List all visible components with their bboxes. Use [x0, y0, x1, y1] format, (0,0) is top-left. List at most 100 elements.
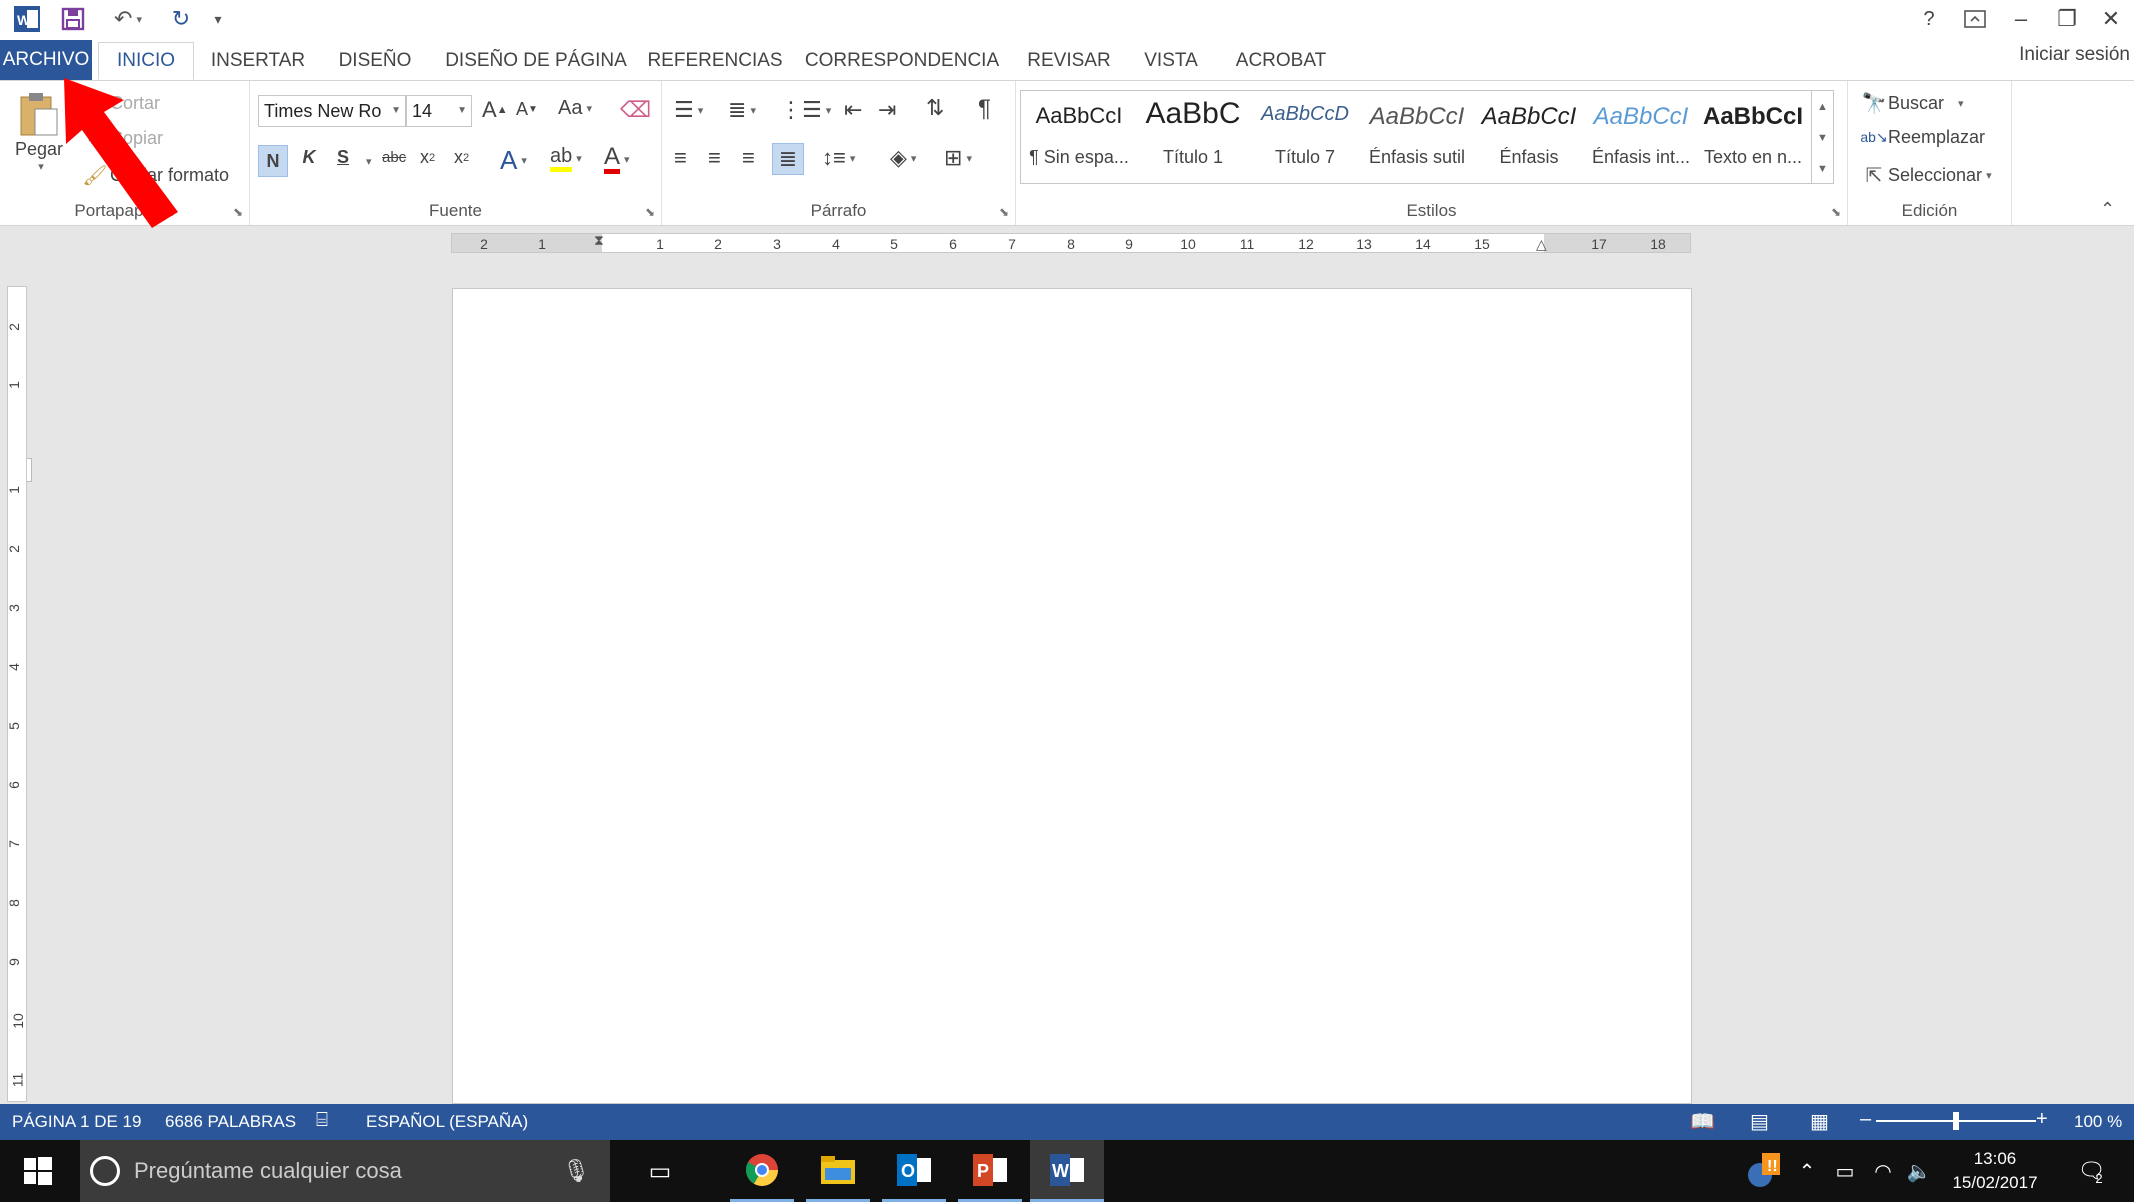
- language-indicator[interactable]: ESPAÑOL (ESPAÑA): [366, 1112, 528, 1132]
- windows-start-icon[interactable]: [0, 1140, 76, 1202]
- clock[interactable]: 13:06 15/02/2017: [1940, 1140, 2050, 1202]
- underline-button[interactable]: S: [330, 147, 356, 168]
- style-enfasis-sutil[interactable]: AaBbCcI Énfasis sutil: [1361, 91, 1473, 183]
- font-launcher-icon[interactable]: ⬊: [645, 205, 655, 219]
- cortana-search-box[interactable]: Pregúntame cualquier cosa 🎙: [80, 1140, 610, 1202]
- paragraph-launcher-icon[interactable]: ⬊: [999, 205, 1009, 219]
- word-count[interactable]: 6686 PALABRAS: [165, 1112, 296, 1132]
- multilevel-list-icon[interactable]: ⋮☰ ▾: [780, 97, 831, 123]
- word-app-icon[interactable]: W: [12, 4, 42, 34]
- powerpoint-icon[interactable]: P: [958, 1140, 1022, 1202]
- show-hidden-icons-icon[interactable]: ⌃: [1792, 1140, 1822, 1202]
- gallery-more-icon[interactable]: ▼: [1811, 153, 1833, 184]
- gallery-scroll-up-icon[interactable]: ▲: [1811, 91, 1833, 122]
- battery-icon[interactable]: ▭: [1828, 1140, 1862, 1202]
- right-indent-icon[interactable]: △: [1536, 236, 1547, 253]
- zoom-level[interactable]: 100 %: [2074, 1112, 2122, 1132]
- align-left-icon[interactable]: ≡: [674, 145, 687, 171]
- update-alert-icon[interactable]: !!: [1742, 1140, 1786, 1202]
- strikethrough-button[interactable]: abc: [382, 149, 406, 166]
- replace-button[interactable]: ab↘ Reemplazar: [1860, 127, 1985, 148]
- align-center-icon[interactable]: ≡: [708, 145, 721, 171]
- sign-in-link[interactable]: Iniciar sesión: [2019, 44, 2130, 66]
- tab-acrobat[interactable]: ACROBAT: [1228, 42, 1334, 80]
- font-size-field[interactable]: 14 ▼: [406, 95, 472, 127]
- superscript-icon[interactable]: x2: [454, 147, 469, 168]
- help-button[interactable]: ?: [1906, 0, 1952, 38]
- minimize-button[interactable]: –: [1998, 0, 2044, 38]
- styles-launcher-icon[interactable]: ⬊: [1831, 205, 1841, 219]
- show-marks-icon[interactable]: ¶: [978, 95, 991, 123]
- style-enfasis[interactable]: AaBbCcI Énfasis: [1473, 91, 1585, 183]
- increase-indent-icon[interactable]: ⇥: [878, 97, 896, 123]
- undo-icon[interactable]: ↶ ▾: [104, 4, 152, 34]
- tab-diseno-de-pagina[interactable]: DISEÑO DE PÁGINA: [442, 42, 630, 80]
- decrease-indent-icon[interactable]: ⇤: [844, 97, 862, 123]
- style-sin-espaciado[interactable]: AaBbCcI ¶ Sin espa...: [1023, 91, 1135, 183]
- restore-button[interactable]: ❐: [2044, 0, 2090, 38]
- style-titulo-1[interactable]: AaBbC Título 1: [1137, 91, 1249, 183]
- document-page[interactable]: [452, 288, 1692, 1104]
- numbering-icon[interactable]: ≣ ▾: [728, 97, 756, 123]
- tab-vista[interactable]: VISTA: [1136, 42, 1206, 80]
- tab-diseno[interactable]: DISEÑO: [330, 42, 420, 80]
- horizontal-ruler[interactable]: 2 1 1 2 3 4 5 6 7 8 9 10 11 12 13 14 15 17 18 ⧗ △: [451, 232, 1691, 253]
- bullets-icon[interactable]: ☰ ▾: [674, 97, 703, 123]
- word-taskbar-icon[interactable]: W: [1030, 1140, 1104, 1202]
- customize-icon[interactable]: ▾: [208, 4, 228, 34]
- file-explorer-icon[interactable]: [806, 1140, 870, 1202]
- vertical-ruler[interactable]: 2 1 1 2 3 4 5 6 7 8 9 10 11: [6, 286, 27, 1102]
- highlight-icon[interactable]: ab ▾: [550, 145, 582, 172]
- underline-dropdown-icon[interactable]: ▾: [366, 155, 372, 168]
- style-texto-en-negrita[interactable]: AaBbCcI Texto en n...: [1697, 91, 1809, 183]
- chrome-icon[interactable]: [730, 1140, 794, 1202]
- collapse-ribbon-icon[interactable]: ⌃: [2100, 199, 2115, 220]
- zoom-slider[interactable]: [1876, 1112, 2036, 1130]
- gallery-scroll-down-icon[interactable]: ▼: [1811, 122, 1833, 153]
- tab-insertar[interactable]: INSERTAR: [206, 42, 310, 80]
- bold-button[interactable]: N: [258, 145, 288, 177]
- zoom-in-button[interactable]: +: [2036, 1108, 2048, 1131]
- tab-referencias[interactable]: REFERENCIAS: [647, 42, 782, 80]
- zoom-out-button[interactable]: –: [1860, 1108, 1871, 1131]
- ribbon-display-options-icon[interactable]: [1952, 0, 1998, 38]
- close-button[interactable]: ✕: [2088, 0, 2134, 38]
- shading-icon[interactable]: ◈ ▾: [890, 145, 916, 171]
- subscript-icon[interactable]: x2: [420, 147, 435, 168]
- font-name-field[interactable]: Times New Ro ▼: [258, 95, 406, 127]
- borders-icon[interactable]: ⊞ ▾: [944, 145, 972, 171]
- page-count[interactable]: PÁGINA 1 DE 19: [12, 1112, 141, 1132]
- shrink-font-icon[interactable]: A ▼: [516, 99, 538, 120]
- first-line-indent-icon[interactable]: ⧗: [594, 232, 604, 249]
- line-spacing-icon[interactable]: ↕≡ ▾: [822, 145, 855, 171]
- microphone-icon[interactable]: 🎙: [562, 1158, 590, 1184]
- print-layout-icon[interactable]: ▤: [1750, 1109, 1769, 1134]
- clear-formatting-icon[interactable]: ⌫: [620, 97, 651, 123]
- proofing-icon[interactable]: ⌸: [316, 1109, 328, 1132]
- web-layout-icon[interactable]: ▦: [1810, 1109, 1829, 1134]
- style-titulo-7[interactable]: AaBbCcD Título 7: [1249, 91, 1361, 183]
- justify-icon[interactable]: ≣: [772, 143, 804, 175]
- font-color-icon[interactable]: A ▾: [604, 145, 630, 174]
- style-enfasis-intenso[interactable]: AaBbCcI Énfasis int...: [1585, 91, 1697, 183]
- outlook-icon[interactable]: O: [882, 1140, 946, 1202]
- action-center-icon[interactable]: 🗨 2: [2060, 1140, 2120, 1202]
- repeat-icon[interactable]: ↻: [164, 4, 198, 34]
- zoom-slider-thumb[interactable]: [1953, 1112, 1959, 1130]
- align-right-icon[interactable]: ≡: [742, 145, 755, 171]
- text-effects-icon[interactable]: A ▾: [500, 145, 527, 176]
- tab-revisar[interactable]: REVISAR: [1024, 42, 1114, 80]
- tab-correspondencia[interactable]: CORRESPONDENCIA: [804, 42, 1000, 80]
- save-icon[interactable]: [56, 4, 90, 34]
- task-view-icon[interactable]: ▭: [630, 1140, 690, 1202]
- volume-icon[interactable]: 🔈: [1902, 1140, 1936, 1202]
- grow-font-icon[interactable]: A ▲: [482, 97, 508, 123]
- clipboard-launcher-icon[interactable]: ⬊: [233, 205, 243, 219]
- wifi-icon[interactable]: ◠: [1866, 1140, 1900, 1202]
- read-mode-icon[interactable]: 📖: [1690, 1109, 1715, 1134]
- select-button[interactable]: ⇱ Seleccionar ▾: [1860, 163, 1992, 188]
- italic-button[interactable]: K: [296, 147, 322, 168]
- change-case-button[interactable]: Aa ▾: [558, 97, 592, 120]
- sort-icon[interactable]: ⇅: [926, 95, 944, 121]
- find-button[interactable]: 🔭 Buscar ▾: [1860, 91, 1964, 116]
